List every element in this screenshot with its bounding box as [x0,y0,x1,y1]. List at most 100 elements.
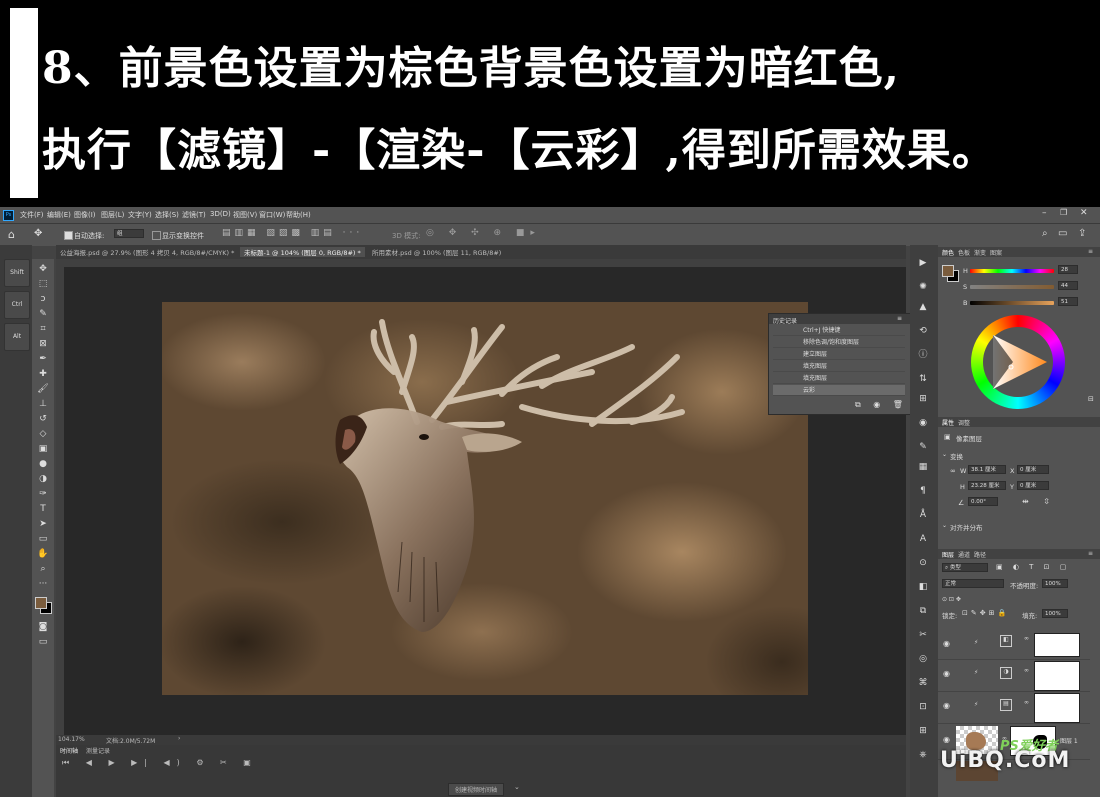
quick-mask-icon[interactable]: ◙ [36,621,50,633]
layer-row[interactable]: ◉ ⚡ ▤ ∞ [938,691,1090,724]
tab-properties[interactable]: 属性 [942,418,954,427]
height-field[interactable]: 23.28 厘米 [968,481,1006,490]
type-icon[interactable]: T [36,503,50,515]
layer-mask-thumbnail[interactable] [1034,693,1080,723]
histogram-icon[interactable]: ▲ [916,301,930,313]
history-item[interactable]: 移除色调/饱和度图层 [773,337,905,348]
color-panel-settings-icon[interactable]: ⊟ [1088,395,1094,403]
menu-image[interactable]: 图像(I) [74,210,96,220]
hue-slider[interactable] [970,269,1054,273]
menu-select[interactable]: 选择(S) [155,210,179,220]
workspace-icon[interactable]: ▭ [1058,228,1067,239]
flip-icons[interactable]: ⇹ ⇳ [1022,497,1056,506]
layer-name[interactable]: 图层 1 [1060,736,1078,745]
move-tool-icon[interactable]: ✥ [34,228,42,239]
quick-select-icon[interactable]: ✎ [36,308,50,320]
ctrl-key-button[interactable]: Ctrl [4,291,30,319]
dropdown-chevron-icon[interactable]: ⌄ [514,783,520,791]
tab-adjustments[interactable]: 调整 [958,418,970,427]
tab-poster[interactable]: 公益海报.psd @ 27.9% (图形 4 拷贝 4, RGB/8#/CMYK… [60,247,234,257]
zoom-level[interactable]: 104.17% [58,736,85,743]
eye-icon[interactable]: ◉ [943,639,950,648]
pen-icon[interactable]: ✑ [36,488,50,500]
close-icon[interactable]: ✕ [1080,208,1088,218]
menu-file[interactable]: 文件(F) [20,210,44,220]
panel-menu-icon[interactable]: ≡ [1088,248,1093,255]
marquee-icon[interactable]: ⬚ [36,278,50,290]
collapse-icon[interactable]: ⌄ [942,451,947,458]
angle-field[interactable]: 0.00° [968,497,998,506]
eraser-icon[interactable]: ◇ [36,428,50,440]
menu-type[interactable]: 文字(Y) [128,210,152,220]
layers-comp-icon[interactable]: ⧉ [916,605,930,617]
actions-icon[interactable]: ✂ [916,629,930,641]
home-icon[interactable]: ⌂ [8,228,15,241]
eye-icon[interactable]: ◉ [943,669,950,678]
fill-field[interactable]: 100% [1042,609,1068,618]
tab-patterns[interactable]: 图案 [990,248,1002,257]
grid-icon[interactable]: ⊞ [916,393,930,405]
restore-icon[interactable]: ❐ [1060,208,1067,217]
opacity-field[interactable]: 100% [1042,579,1068,588]
menu-layer[interactable]: 图层(L) [101,210,124,220]
paths-icon[interactable]: ⊙ [916,557,930,569]
3d-mode-icons[interactable]: ◎ ✥ ✣ ⊕ ■▸ [426,228,541,238]
brightness-slider[interactable] [970,301,1054,305]
alt-key-button[interactable]: Alt [4,323,30,351]
s-value[interactable]: 44 [1058,281,1078,290]
history-item[interactable]: Ctrl+J 快捷键 [773,325,905,336]
lasso-icon[interactable]: ↄ [36,293,50,305]
brush-settings-icon[interactable]: ✎ [916,441,930,453]
color-triangle[interactable] [983,327,1053,397]
history-item[interactable]: 填充图层 [773,373,905,384]
rectangle-icon[interactable]: ▭ [36,533,50,545]
menu-edit[interactable]: 编辑(E) [47,210,71,220]
stamp-icon[interactable]: ⊥ [36,398,50,410]
clone-source-icon[interactable]: ⊡ [916,701,930,713]
tab-measurement[interactable]: 测量记录 [86,746,110,755]
paragraph-icon[interactable]: ¶ [916,485,930,497]
tab-gradients[interactable]: 渐变 [974,248,986,257]
history-actions-icons[interactable]: ⧉ ◉ 🗑 [855,400,908,410]
status-arrow-icon[interactable]: › [178,735,180,742]
panel-menu-icon[interactable]: ≡ [897,315,902,322]
history-brush-icon[interactable]: ↺ [36,413,50,425]
lock-icons[interactable]: ⊡✎✥⊞🔒 [962,609,1009,617]
layer-filter-icons[interactable]: ▣ ◐ T ⊡ ▢ [996,563,1070,571]
crop-icon[interactable]: ⌗ [36,323,50,335]
history-item[interactable]: 建立图层 [773,349,905,360]
layer-filter-dropdown[interactable]: ⌕ 类型 [942,563,988,572]
layer-row[interactable]: ◉ ⚡ ◧ ∞ [938,631,1090,660]
blur-icon[interactable]: ● [36,458,50,470]
panel-menu-icon[interactable]: ≡ [1088,550,1093,557]
screen-mode-icon[interactable]: ▭ [36,636,50,648]
eye-icon[interactable]: ◉ [943,735,950,744]
path-select-icon[interactable]: ➤ [36,518,50,530]
move-icon[interactable]: ✥ [36,263,50,275]
show-transform-checkbox[interactable] [152,231,161,240]
more-tools-icon[interactable]: ··· [36,578,50,590]
shift-key-button[interactable]: Shift [4,259,30,287]
hand-icon[interactable]: ✋ [36,548,50,560]
tab-materials[interactable]: 所用素材.psd @ 100% (图层 11, RGB/8#) [372,247,501,257]
create-video-timeline-button[interactable]: 创建视频时间轴 [448,783,505,796]
layer-mask-thumbnail[interactable] [1034,633,1080,657]
auto-select-checkbox[interactable] [64,231,73,240]
history-item-selected[interactable]: 云彩 [773,385,905,396]
minimize-icon[interactable]: – [1042,208,1047,218]
eyedropper-icon[interactable]: ✒ [36,353,50,365]
tab-swatches[interactable]: 色板 [958,248,970,257]
width-field[interactable]: 38.1 厘米 [968,465,1006,474]
gradient-icon[interactable]: ▣ [36,443,50,455]
history-item[interactable]: 填充图层 [773,361,905,372]
auto-select-dropdown[interactable]: 组 [114,229,144,238]
layer-row-icons[interactable]: ⊙ ⊡ ✥ [942,596,961,603]
link-icon[interactable]: ∞ [950,467,956,475]
saturation-slider[interactable] [970,285,1054,289]
collapse-icon[interactable]: ⌄ [942,522,947,529]
frame-icon[interactable]: ⊠ [36,338,50,350]
sliders-icon[interactable]: ⇅ [916,373,930,385]
menu-help[interactable]: 帮助(H) [286,210,311,220]
tab-channels[interactable]: 通道 [958,550,970,559]
healing-icon[interactable]: ✚ [36,368,50,380]
